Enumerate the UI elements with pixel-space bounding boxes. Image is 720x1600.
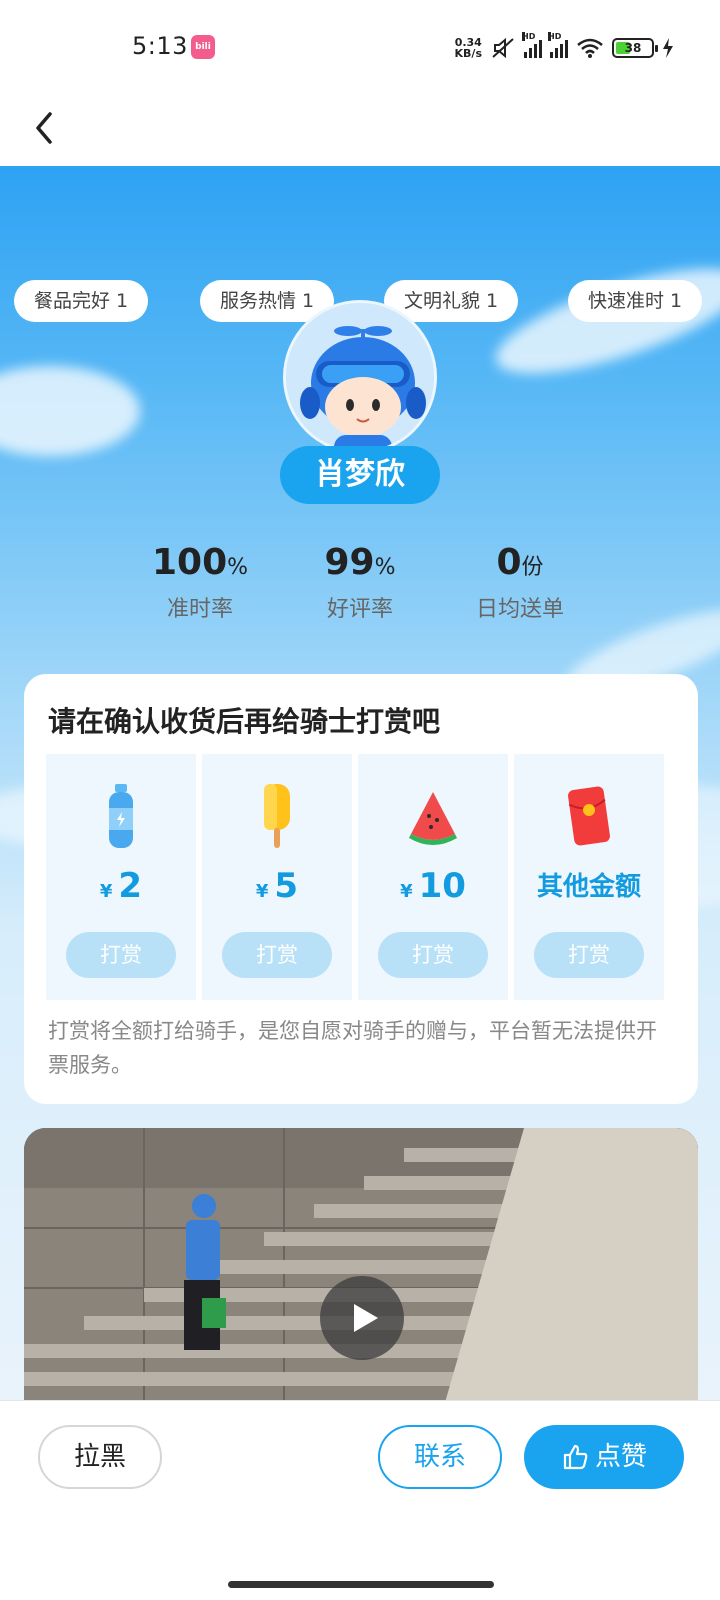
play-icon	[354, 1304, 378, 1332]
hd-label: HD	[522, 32, 536, 41]
hd-label: HD	[548, 32, 562, 41]
stat-ontime-rate: 100% 准时率	[120, 542, 280, 623]
currency-symbol: ¥	[400, 881, 413, 902]
contact-button[interactable]: 联系	[378, 1425, 502, 1489]
home-indicator[interactable]	[228, 1581, 494, 1588]
tip-button[interactable]: 打赏	[222, 932, 332, 978]
review-tag-fast-ontime: 快速准时 1	[568, 280, 703, 322]
rider-avatar	[283, 300, 437, 454]
tip-amount: ¥2	[46, 866, 196, 906]
stat-value: 99	[324, 542, 375, 583]
status-indicators: 0.34 KB/s HD HD 38	[455, 32, 674, 62]
like-button[interactable]: 点赞	[524, 1425, 684, 1489]
thumbs-up-icon	[563, 1444, 588, 1470]
video-thumbnail	[24, 1128, 698, 1406]
red-envelope-icon	[568, 786, 610, 846]
cloud-decoration	[0, 366, 140, 456]
review-tag-food-intact: 餐品完好 1	[14, 280, 149, 322]
promo-video[interactable]	[24, 1128, 698, 1406]
tip-button[interactable]: 打赏	[378, 932, 488, 978]
stat-label: 准时率	[166, 597, 233, 622]
wifi-icon	[577, 38, 603, 58]
cell-signal-icon-2: HD	[548, 32, 568, 58]
stat-label: 好评率	[326, 597, 393, 622]
mute-icon	[492, 37, 514, 59]
tip-option-5[interactable]: ¥5 打赏	[202, 754, 352, 1000]
tip-option-2[interactable]: ¥2 打赏	[46, 754, 196, 1000]
tip-amount: ¥5	[202, 866, 352, 906]
rider-mascot-icon	[286, 303, 434, 451]
watermelon-icon	[409, 792, 457, 845]
rider-name: 肖梦欣	[280, 446, 440, 504]
nav-bar	[0, 96, 720, 166]
currency-symbol: ¥	[99, 881, 113, 902]
like-label: 点赞	[594, 1442, 647, 1472]
status-bar: 5:13 bili 0.34 KB/s HD HD 38	[0, 0, 720, 96]
bilibili-app-icon: bili	[191, 35, 215, 59]
tip-option-10[interactable]: ¥10 打赏	[358, 754, 508, 1000]
stat-daily-orders: 0份 日均送单	[440, 542, 600, 623]
battery-icon: 38	[612, 38, 658, 58]
charging-icon	[663, 38, 673, 58]
stat-unit: %	[227, 555, 249, 580]
back-arrow-icon[interactable]	[24, 106, 68, 150]
block-button[interactable]: 拉黑	[38, 1425, 162, 1489]
net-speed-unit: KB/s	[454, 47, 482, 60]
tip-option-other[interactable]: 其他金额 打赏	[514, 754, 664, 1000]
stat-unit: %	[374, 555, 396, 580]
stat-value: 0	[496, 542, 522, 583]
stat-value: 100	[151, 542, 228, 583]
stat-label: 日均送单	[475, 597, 564, 622]
net-speed: 0.34 KB/s	[455, 37, 482, 59]
cell-signal-icon-1: HD	[522, 32, 542, 58]
tip-button[interactable]: 打赏	[66, 932, 176, 978]
tip-amount-value: 5	[274, 866, 299, 906]
bottom-action-bar: 拉黑 联系 点赞	[0, 1400, 720, 1600]
play-button[interactable]	[320, 1276, 404, 1360]
tip-card: 请在确认收货后再给骑士打赏吧 ¥2 打赏 ¥5 打赏 ¥ 10 打赏 其他金额 …	[24, 674, 698, 1104]
stat-unit: 份	[521, 555, 544, 580]
tip-amount-value: 2	[118, 866, 143, 906]
status-time: 5:13	[132, 32, 188, 60]
tip-card-title: 请在确认收货后再给骑士打赏吧	[48, 705, 441, 738]
battery-level: 38	[624, 41, 642, 55]
tip-button[interactable]: 打赏	[534, 932, 644, 978]
tip-disclaimer: 打赏将全额打给骑手，是您自愿对骑手的赠与，平台暂无法提供开票服务。	[48, 1019, 657, 1077]
tip-amount: ¥10	[358, 866, 508, 906]
popsicle-icon	[264, 784, 290, 848]
water-bottle-icon	[109, 784, 133, 848]
tip-amount-other: 其他金额	[536, 872, 641, 902]
currency-symbol: ¥	[255, 881, 269, 902]
rider-profile-hero: 餐品完好 1 服务热情 1 文明礼貌 1 快速准时 1 肖梦欣 100% 准时率…	[0, 166, 720, 1406]
stat-good-review-rate: 99% 好评率	[280, 542, 440, 623]
tip-amount-value: 10	[418, 866, 466, 906]
